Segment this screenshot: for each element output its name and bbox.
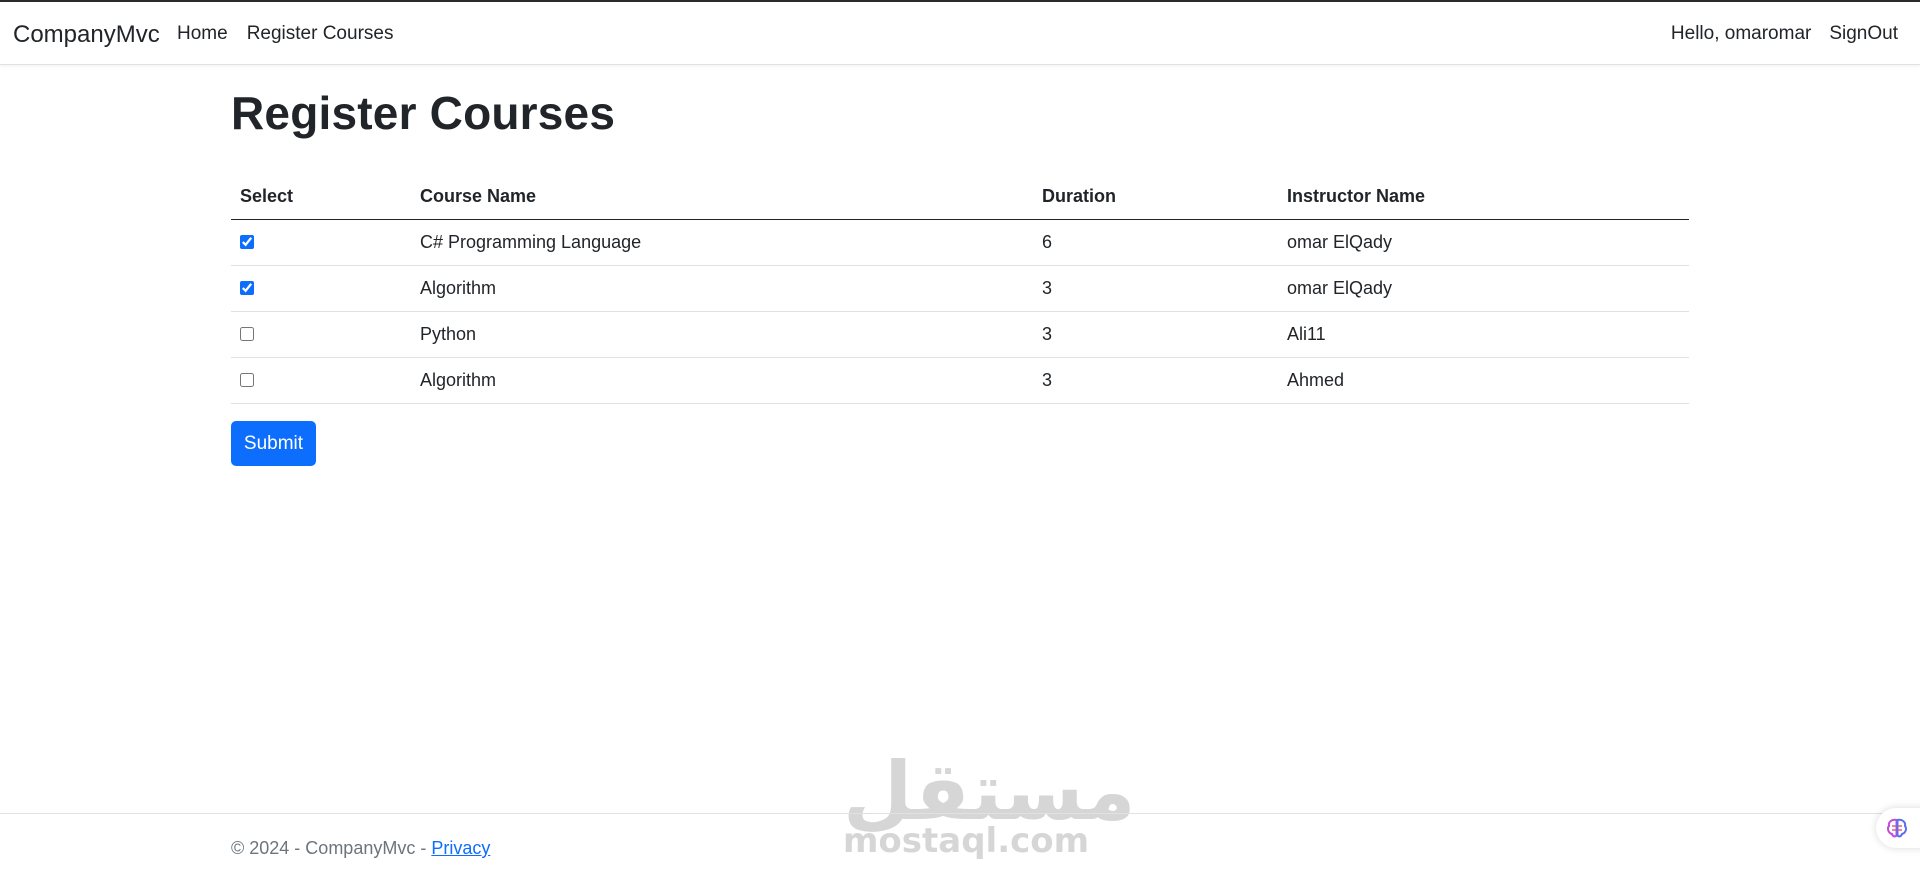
privacy-link[interactable]: Privacy bbox=[431, 838, 490, 858]
select-cell bbox=[231, 219, 411, 266]
course-select-checkbox[interactable] bbox=[240, 280, 254, 295]
course-select-checkbox[interactable] bbox=[240, 372, 254, 387]
duration-cell: 3 bbox=[1033, 265, 1278, 312]
course-name-cell: Algorithm bbox=[411, 357, 1033, 404]
table-row: Python 3 Ali11 bbox=[231, 311, 1689, 358]
signout-link[interactable]: SignOut bbox=[1829, 23, 1898, 45]
footer-copyright: © 2024 - CompanyMvc - bbox=[231, 838, 432, 858]
duration-cell: 6 bbox=[1033, 219, 1278, 266]
instructor-cell: Ahmed bbox=[1278, 357, 1689, 404]
table-row: Algorithm 3 Ahmed bbox=[231, 357, 1689, 404]
course-name-cell: Algorithm bbox=[411, 265, 1033, 312]
header-select: Select bbox=[231, 174, 411, 220]
page-title: Register Courses bbox=[231, 87, 616, 139]
course-name-cell: C# Programming Language bbox=[411, 219, 1033, 266]
course-name-cell: Python bbox=[411, 311, 1033, 358]
nav-links: Home Register Courses bbox=[177, 23, 393, 45]
select-cell bbox=[231, 357, 411, 404]
brand-link[interactable]: CompanyMvc bbox=[13, 21, 160, 49]
nav-link-home[interactable]: Home bbox=[177, 23, 228, 45]
course-select-checkbox[interactable] bbox=[240, 234, 254, 249]
assistant-widget-button[interactable] bbox=[1876, 808, 1920, 848]
header-course-name: Course Name bbox=[411, 174, 1033, 220]
select-cell bbox=[231, 265, 411, 312]
courses-table: Select Course Name Duration Instructor N… bbox=[231, 174, 1689, 404]
duration-cell: 3 bbox=[1033, 311, 1278, 358]
top-navbar: CompanyMvc Home Register Courses Hello, … bbox=[0, 2, 1920, 65]
instructor-cell: omar ElQady bbox=[1278, 219, 1689, 266]
header-instructor-name: Instructor Name bbox=[1278, 174, 1689, 220]
submit-button[interactable]: Submit bbox=[231, 421, 316, 466]
page-footer: © 2024 - CompanyMvc - Privacy bbox=[0, 813, 1920, 880]
user-greeting-link[interactable]: Hello, omaromar bbox=[1671, 23, 1811, 45]
nav-user-area: Hello, omaromar SignOut bbox=[1671, 23, 1898, 45]
instructor-cell: omar ElQady bbox=[1278, 265, 1689, 312]
table-row: Algorithm 3 omar ElQady bbox=[231, 265, 1689, 312]
footer-text: © 2024 - CompanyMvc - Privacy bbox=[231, 838, 490, 859]
header-duration: Duration bbox=[1033, 174, 1278, 220]
duration-cell: 3 bbox=[1033, 357, 1278, 404]
nav-link-register-courses[interactable]: Register Courses bbox=[247, 23, 394, 45]
table-header-row: Select Course Name Duration Instructor N… bbox=[231, 174, 1689, 220]
instructor-cell: Ali11 bbox=[1278, 311, 1689, 358]
course-select-checkbox[interactable] bbox=[240, 326, 254, 341]
select-cell bbox=[231, 311, 411, 358]
table-row: C# Programming Language 6 omar ElQady bbox=[231, 219, 1689, 266]
